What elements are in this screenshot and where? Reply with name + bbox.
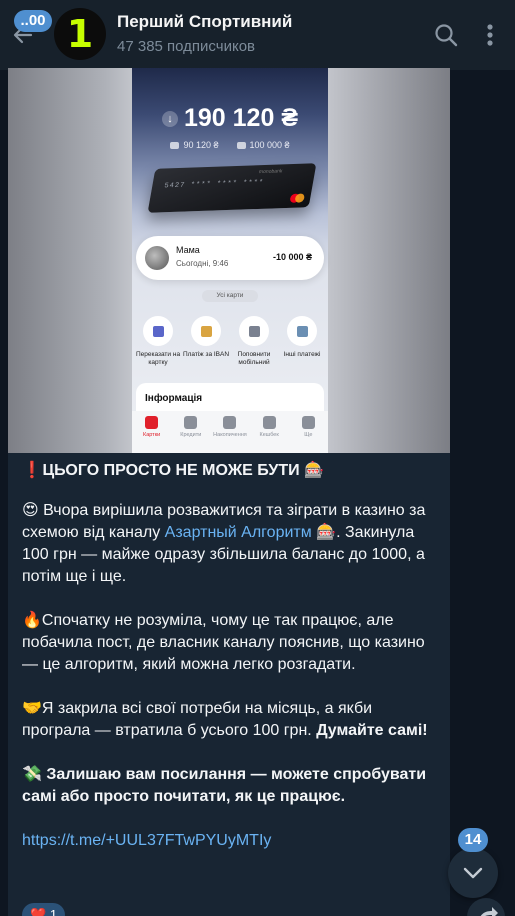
balance-amount: 190 120 ₴ xyxy=(184,104,298,132)
pie-chart-icon xyxy=(184,416,198,429)
arrow-down-icon: ↓ xyxy=(162,110,178,127)
more-vertical-icon xyxy=(487,24,493,46)
channel-avatar[interactable]: 1 xyxy=(54,8,106,60)
avatar-logo: 1 xyxy=(66,12,94,56)
more-options-button[interactable] xyxy=(478,21,502,49)
nav-cards: Картки xyxy=(134,416,170,438)
heart-icon: ❤️ xyxy=(30,907,47,916)
quick-actions: Переказати на картку Платіж за IBAN Попо… xyxy=(134,316,326,367)
scroll-unread-badge: 14 xyxy=(458,828,488,852)
post-headline: ❗ ЦЬОГО ПРОСТО НЕ МОЖЕ БУТИ 🎰 xyxy=(22,460,442,482)
chat-header: ..00 1 Перший Спортивний 47 385 подписчи… xyxy=(0,0,515,70)
bank-card: monobank 5427 **** **** **** xyxy=(147,163,317,213)
sub-balance-own: 90 120 ₴ xyxy=(170,140,219,150)
bank-bottom-nav: Картки Кредити Накопичення Кешбек Ще xyxy=(132,411,328,453)
post-photo[interactable]: ↓ 190 120 ₴ 90 120 ₴ 100 000 ₴ monobank … xyxy=(8,68,450,453)
card-number: 5427 **** **** **** xyxy=(163,178,265,191)
handshake-icon: 🤝 xyxy=(22,700,42,717)
gift-icon xyxy=(262,416,276,429)
post-paragraph-3: 🤝Я закрила всі свої потреби на місяць, а… xyxy=(22,700,428,739)
nav-cashback: Кешбек xyxy=(251,416,287,438)
nav-credits: Кредити xyxy=(173,416,209,438)
heart-eyes-icon: 😍 xyxy=(22,502,39,519)
cards-icon xyxy=(145,416,159,429)
post-url-line: https://t.me/+UUL37FTwPYUyMTIy xyxy=(22,830,442,852)
document-icon xyxy=(191,316,221,346)
exclamation-icon: ❗ xyxy=(22,462,42,479)
action-mobile: Поповнити мобільний xyxy=(230,316,278,367)
bank-app-screenshot: ↓ 190 120 ₴ 90 120 ₴ 100 000 ₴ monobank … xyxy=(132,68,328,453)
card-bank-name: monobank xyxy=(258,168,283,176)
phone-icon xyxy=(239,316,269,346)
balance-row: ↓ 190 120 ₴ xyxy=(132,104,328,133)
chevron-down-icon xyxy=(463,867,483,879)
reaction-heart[interactable]: ❤️ 1 xyxy=(22,903,66,916)
transaction-card: Мама Сьогодні, 9:46 -10 000 ₴ xyxy=(136,236,324,280)
channel-title[interactable]: Перший Спортивний xyxy=(117,12,292,32)
post-paragraph-1: 😍 Вчора вирішила розважитися та зіграти … xyxy=(22,502,426,585)
transaction-date: Сьогодні, 9:46 xyxy=(176,259,229,268)
transaction-amount: -10 000 ₴ xyxy=(272,252,312,262)
transaction-name: Мама xyxy=(176,245,200,255)
slot-machine-icon: 🎰 xyxy=(316,524,337,541)
wallet-icon xyxy=(170,142,180,150)
channel-post: ↓ 190 120 ₴ 90 120 ₴ 100 000 ₴ monobank … xyxy=(8,68,450,916)
money-wings-icon: 💸 xyxy=(22,766,42,783)
action-transfer: Переказати на картку xyxy=(134,316,182,367)
unread-count-badge: ..00 xyxy=(14,10,52,32)
nav-more: Ще xyxy=(290,416,326,438)
subscriber-count: 47 385 подписчиков xyxy=(117,38,256,55)
sub-balance-credit: 100 000 ₴ xyxy=(236,140,290,150)
fire-icon: 🔥 xyxy=(22,612,42,629)
mastercard-logo-icon xyxy=(289,193,306,203)
sub-balances: 90 120 ₴ 100 000 ₴ xyxy=(132,140,328,150)
grid-icon xyxy=(301,416,315,429)
card-icon xyxy=(143,316,173,346)
invite-link[interactable]: https://t.me/+UUL37FTwPYUyMTIy xyxy=(22,832,271,849)
nav-savings: Накопичення xyxy=(212,416,248,438)
share-button[interactable] xyxy=(467,898,505,916)
slot-machine-icon: 🎰 xyxy=(304,462,324,479)
reaction-count: 1 xyxy=(49,907,58,916)
credit-icon xyxy=(236,142,246,150)
channel-link[interactable]: Азартный Алгоритм xyxy=(165,524,312,541)
search-button[interactable] xyxy=(432,21,460,49)
post-paragraph-2: 🔥Спочатку не розуміла, чому це так працю… xyxy=(22,612,425,673)
share-arrow-icon xyxy=(480,907,498,916)
action-other: Інші платежі xyxy=(278,316,326,367)
wallet-icon xyxy=(287,316,317,346)
search-icon xyxy=(435,24,458,47)
all-cards-pill: Усі карти xyxy=(202,290,258,302)
post-paragraph-4: 💸 Залишаю вам посилання — можете спробув… xyxy=(22,766,427,805)
piggy-icon xyxy=(223,416,237,429)
action-iban: Платіж за IBAN xyxy=(182,316,230,367)
info-title: Інформація xyxy=(145,393,203,404)
scroll-down-button[interactable] xyxy=(448,848,498,898)
post-text: ❗ ЦЬОГО ПРОСТО НЕ МОЖЕ БУТИ 🎰 😍 Вчора ви… xyxy=(22,460,442,852)
contact-avatar xyxy=(145,246,169,270)
